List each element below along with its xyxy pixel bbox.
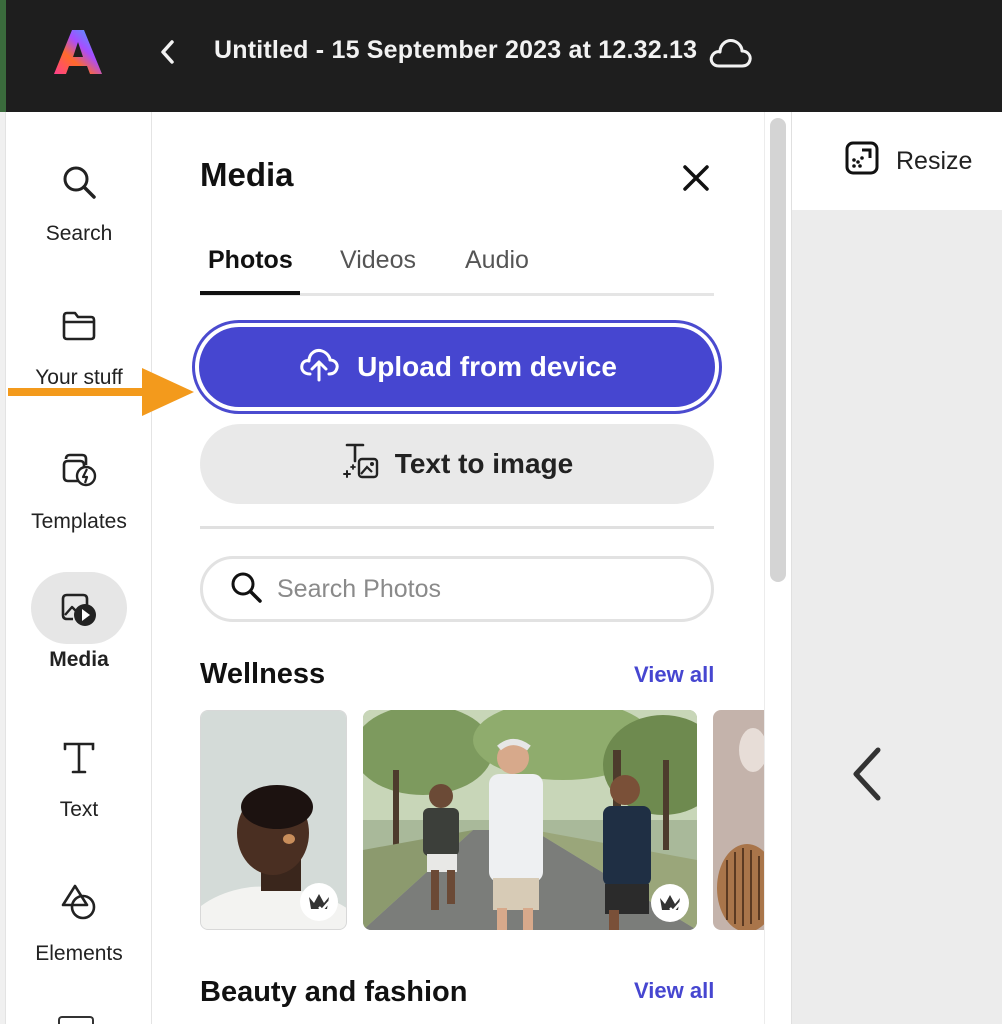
rail-item-label: Media [49,648,109,671]
back-button[interactable] [150,34,184,74]
scrollbar-thumb[interactable] [770,118,786,582]
resize-label: Resize [896,146,973,175]
rail-item-label: Templates [31,510,127,533]
cloud-icon [707,35,753,74]
folder-icon [31,290,127,362]
adobe-express-logo[interactable] [52,26,104,78]
view-all-wellness-link[interactable]: View all [634,662,714,688]
search-icon [229,570,263,609]
photo-search-field[interactable] [200,556,714,622]
tab-audio[interactable]: Audio [465,246,529,296]
annotation-arrow-icon [0,360,200,420]
section-title-beauty-fashion: Beauty and fashion [200,976,468,1008]
elements-icon [31,866,127,938]
rail-item-label: Elements [35,942,123,965]
divider [200,526,714,529]
upload-from-device-button[interactable]: Upload from device [199,327,715,407]
photo-thumbnail[interactable] [200,710,347,930]
templates-icon [31,434,127,506]
canvas-area: Resize [792,112,1002,1024]
media-panel: Media Photos Videos Audio Upload from de… [152,112,764,1024]
cloud-upload-icon [297,346,357,389]
search-icon [31,146,127,218]
close-panel-button[interactable] [676,158,716,198]
background-window-edge [0,0,6,112]
rail-item-label: Search [45,222,113,245]
rail-item-templates[interactable]: Templates [6,434,152,554]
upload-label: Upload from device [357,351,617,382]
media-tabs: Photos Videos Audio [200,242,714,296]
left-nav-rail: Search Your stuff Templates Media Text E… [6,112,152,1024]
panel-title: Media [200,156,294,193]
rail-item-text[interactable]: Text [6,722,152,842]
cloud-sync-button[interactable] [704,32,756,76]
rail-item-search[interactable]: Search [6,146,152,266]
rail-item-label: Text [59,798,99,821]
chevron-left-icon [848,747,884,810]
media-icon [31,572,127,644]
panel-scrollbar[interactable] [764,112,792,1024]
photo-thumbnail[interactable] [713,710,764,930]
premium-crown-icon [300,883,338,921]
rail-item-partial[interactable] [58,1016,94,1024]
tab-videos[interactable]: Videos [340,246,416,296]
tab-photos[interactable]: Photos [208,246,293,296]
chevron-left-icon [159,39,175,70]
resize-button[interactable]: Resize [792,112,1002,210]
text-icon [31,722,127,794]
app-header: Untitled - 15 September 2023 at 12.32.13 [0,0,1002,112]
rail-item-elements[interactable]: Elements [6,866,152,986]
close-icon [676,165,716,202]
active-tab-indicator [200,291,300,295]
text-to-image-button[interactable]: Text to image [200,424,714,504]
resize-icon [844,140,880,183]
brush-photo-image [713,710,764,930]
text-to-image-label: Text to image [394,448,574,479]
view-all-beauty-fashion-link[interactable]: View all [634,978,714,1004]
document-title[interactable]: Untitled - 15 September 2023 at 12.32.13 [214,36,697,65]
premium-crown-icon [651,884,689,922]
search-input[interactable] [277,574,657,604]
upload-focus-ring: Upload from device [192,320,722,414]
text-to-image-icon [341,441,395,488]
photo-thumbnail[interactable] [363,710,697,930]
runners-photo-image [363,710,697,930]
rail-item-media[interactable]: Media [6,572,152,692]
collapse-panel-button[interactable] [848,742,884,806]
section-title-wellness: Wellness [200,658,326,690]
